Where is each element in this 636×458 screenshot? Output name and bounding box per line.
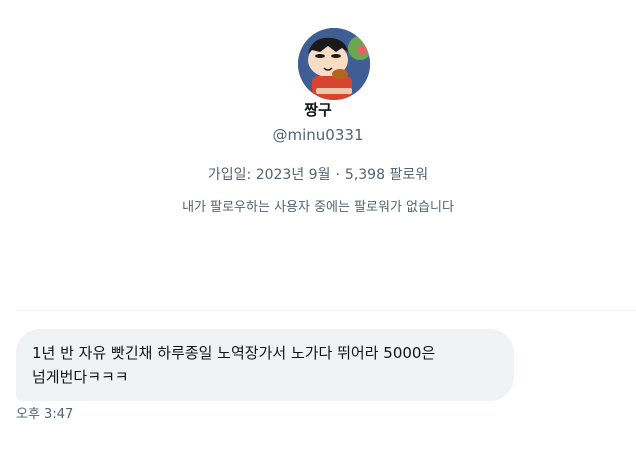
avatar[interactable] xyxy=(298,28,370,100)
message-text: 1년 반 자유 빳긴채 하루종일 노역장가서 노가다 뛰어라 5000은 넘게번… xyxy=(32,344,436,386)
user-handle: @minu0331 xyxy=(272,126,364,144)
divider xyxy=(16,310,636,311)
avatar-image xyxy=(298,28,370,100)
profile-meta: 가입일: 2023년 9월 · 5,398 팔로워 xyxy=(0,165,636,185)
message-bubble[interactable]: 1년 반 자유 빳긴채 하루종일 노역장가서 노가다 뛰어라 5000은 넘게번… xyxy=(16,329,514,401)
message-timestamp: 오후 3:47 xyxy=(16,407,74,422)
meta-separator: · xyxy=(335,167,340,183)
mutual-followers-note: 내가 팔로우하는 사용자 중에는 팔로워가 없습니다 xyxy=(182,200,454,215)
display-name: 짱구 xyxy=(304,101,332,119)
followers-count[interactable]: 5,398 팔로워 xyxy=(345,167,428,183)
joined-date: 가입일: 2023년 9월 xyxy=(207,167,331,183)
